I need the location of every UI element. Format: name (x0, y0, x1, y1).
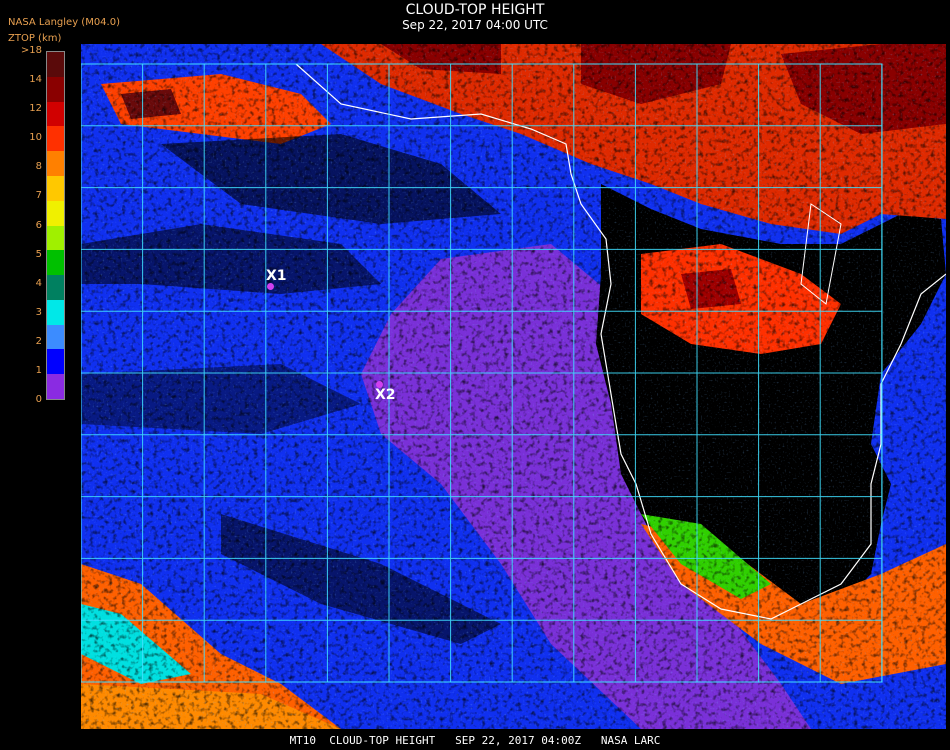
cloud-top-map (81, 44, 946, 729)
legend-swatch (47, 52, 64, 78)
units-label: ZTOP (km) (8, 33, 62, 44)
legend-tick-label: 7 (35, 190, 42, 202)
color-scale-bar (46, 51, 65, 400)
legend-tick-label: 6 (35, 219, 42, 231)
legend-swatch (47, 225, 64, 251)
legend-tick-label: 3 (35, 306, 42, 318)
legend-tick-label: 0 (35, 394, 42, 405)
legend-swatch (47, 349, 64, 375)
legend-tick-label: >18 (20, 45, 42, 56)
map-title: CLOUD-TOP HEIGHT (405, 2, 545, 18)
legend-tick-label: 10 (29, 132, 42, 144)
legend-swatch (47, 324, 64, 350)
marker-x1-label: X1 (266, 268, 287, 284)
legend-tick-label: 8 (35, 161, 42, 173)
legend-tick-label: 12 (29, 103, 42, 115)
legend-tick-label: 4 (35, 277, 42, 289)
legend-swatch (47, 151, 64, 177)
footer-caption: MT10 CLOUD-TOP HEIGHT SEP 22, 2017 04:00… (289, 734, 661, 747)
legend-swatch (47, 250, 64, 276)
legend-tick-label: 14 (29, 74, 42, 86)
legend-swatch (47, 200, 64, 226)
legend-swatch (47, 126, 64, 152)
map-timestamp: Sep 22, 2017 04:00 UTC (402, 18, 548, 32)
legend-swatch (47, 175, 64, 202)
legend-tick-label: 2 (35, 335, 42, 347)
marker-x2-label: X2 (375, 387, 396, 403)
legend-swatch (47, 374, 64, 400)
source-label: NASA Langley (M04.0) (8, 17, 120, 28)
legend-swatch (47, 299, 64, 326)
legend-tick-label: 5 (35, 248, 42, 260)
legend-tick-label: 1 (35, 364, 42, 376)
marker-x1-dot (267, 283, 274, 290)
legend-swatch (47, 101, 64, 127)
legend-swatch (47, 275, 64, 301)
legend-swatch (47, 76, 64, 103)
